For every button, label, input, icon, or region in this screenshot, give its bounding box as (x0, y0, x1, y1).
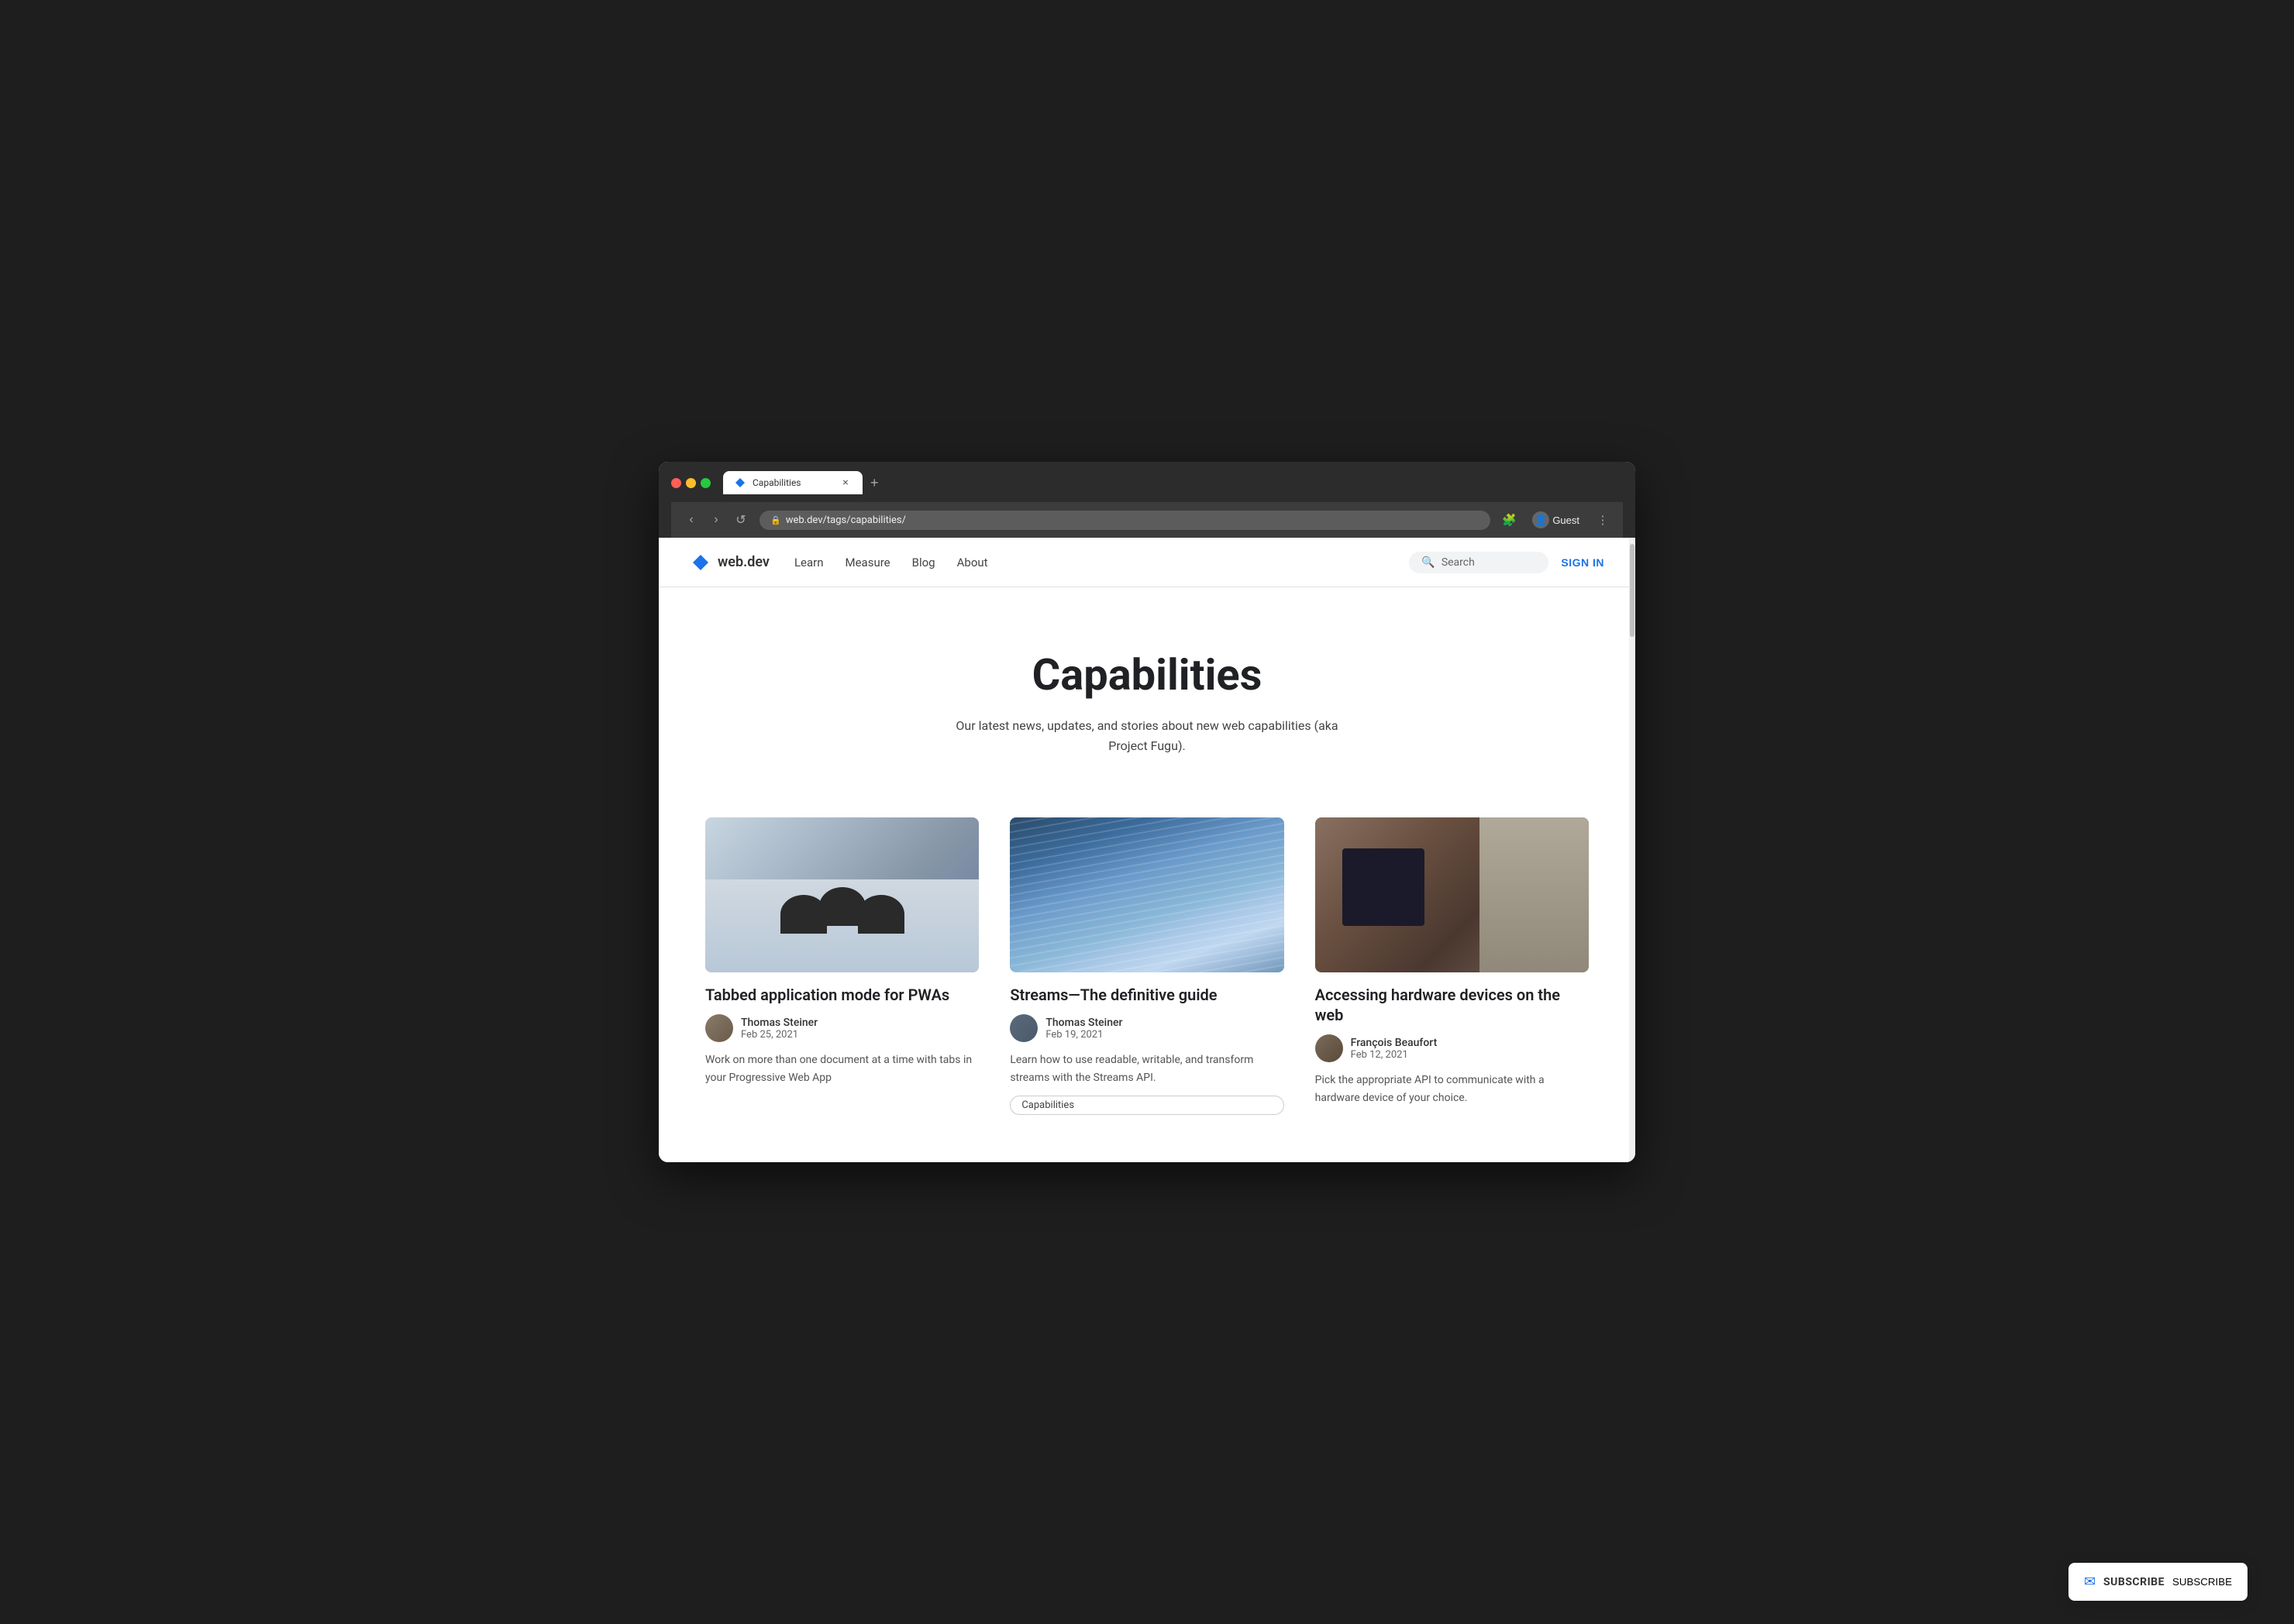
article-title-1: Tabbed application mode for PWAs (705, 985, 979, 1005)
traffic-lights (671, 478, 711, 488)
article-date-3: Feb 12, 2021 (1351, 1049, 1438, 1061)
lock-icon: 🔒 (770, 515, 781, 525)
articles-grid: Tabbed application mode for PWAs Thomas … (659, 802, 1635, 1162)
browser-titlebar: Capabilities × + (671, 471, 1623, 494)
browser-content: web.dev Learn Measure Blog About 🔍 Searc… (659, 538, 1635, 1162)
nav-buttons: ‹ › ↺ (680, 509, 752, 531)
article-card: Tabbed application mode for PWAs Thomas … (705, 817, 979, 1116)
header-right: 🔍 Search SIGN IN (1409, 552, 1604, 573)
browser-chrome: Capabilities × + ‹ › ↺ 🔒 web.dev/tags/ca… (659, 462, 1635, 538)
profile-icon: 👤 (1532, 511, 1549, 528)
address-bar-row: ‹ › ↺ 🔒 web.dev/tags/capabilities/ 🧩 👤 G… (671, 502, 1623, 538)
subscribe-label: SUBSCRIBE (2103, 1576, 2165, 1588)
site-logo[interactable]: web.dev (690, 552, 770, 573)
article-card-2: Streams—The definitive guide Thomas Stei… (1010, 817, 1283, 1116)
article-author-row-2: Thomas Steiner Feb 19, 2021 (1010, 1014, 1283, 1042)
article-description-1: Work on more than one document at a time… (705, 1051, 979, 1086)
author-info-3: François Beaufort Feb 12, 2021 (1351, 1037, 1438, 1061)
nav-about[interactable]: About (957, 556, 988, 569)
page-title: Capabilities (690, 649, 1604, 700)
article-title-3: Accessing hardware devices on the web (1315, 985, 1589, 1025)
article-date-2: Feb 19, 2021 (1045, 1029, 1122, 1041)
subscribe-email-icon: ✉ (2084, 1574, 2096, 1590)
forward-button[interactable]: › (705, 509, 727, 531)
tab-close-button[interactable]: × (839, 477, 852, 489)
new-tab-button[interactable]: + (864, 472, 885, 494)
nav-blog[interactable]: Blog (912, 556, 935, 569)
subscribe-button[interactable]: SUBSCRIBE (2172, 1576, 2232, 1588)
author-name-2: Thomas Steiner (1045, 1017, 1122, 1029)
close-window-button[interactable] (671, 478, 681, 488)
logo-text: web.dev (718, 554, 770, 570)
scrollbar-thumb[interactable] (1630, 544, 1634, 637)
author-name-3: François Beaufort (1351, 1037, 1438, 1049)
site-header: web.dev Learn Measure Blog About 🔍 Searc… (659, 538, 1635, 587)
browser-window: Capabilities × + ‹ › ↺ 🔒 web.dev/tags/ca… (659, 462, 1635, 1162)
menu-button[interactable]: ⋮ (1592, 509, 1614, 531)
hero-section: Capabilities Our latest news, updates, a… (659, 587, 1635, 802)
nav-learn[interactable]: Learn (794, 556, 824, 569)
search-icon: 🔍 (1421, 556, 1435, 569)
nav-measure[interactable]: Measure (846, 556, 890, 569)
profile-button[interactable]: 👤 Guest (1526, 508, 1586, 532)
author-info-1: Thomas Steiner Feb 25, 2021 (741, 1017, 818, 1041)
subscribe-banner: ✉ SUBSCRIBE SUBSCRIBE (2068, 1563, 2248, 1601)
article-card-3: Accessing hardware devices on the web Fr… (1315, 817, 1589, 1116)
address-text: web.dev/tags/capabilities/ (786, 514, 906, 526)
article-image-2 (1010, 817, 1283, 972)
article-author-row-3: François Beaufort Feb 12, 2021 (1315, 1034, 1589, 1062)
page-subtitle: Our latest news, updates, and stories ab… (946, 716, 1348, 755)
address-field[interactable]: 🔒 web.dev/tags/capabilities/ (760, 511, 1490, 530)
back-button[interactable]: ‹ (680, 509, 702, 531)
reload-button[interactable]: ↺ (730, 509, 752, 531)
article-image-3 (1315, 817, 1589, 972)
minimize-window-button[interactable] (686, 478, 696, 488)
tab-title: Capabilities (753, 477, 833, 488)
profile-label: Guest (1552, 514, 1579, 526)
site-nav: Learn Measure Blog About (794, 556, 1384, 569)
article-description-3: Pick the appropriate API to communicate … (1315, 1072, 1589, 1106)
extensions-button[interactable]: 🧩 (1498, 509, 1520, 531)
article-author-row-1: Thomas Steiner Feb 25, 2021 (705, 1014, 979, 1042)
author-avatar-3 (1315, 1034, 1343, 1062)
article-description-2: Learn how to use readable, writable, and… (1010, 1051, 1283, 1086)
scrollbar-track[interactable] (1629, 538, 1635, 1162)
browser-actions: 🧩 👤 Guest ⋮ (1498, 508, 1614, 532)
author-avatar-1 (705, 1014, 733, 1042)
tabs-row: Capabilities × + (723, 471, 885, 494)
article-date-1: Feb 25, 2021 (741, 1029, 818, 1041)
author-info-2: Thomas Steiner Feb 19, 2021 (1045, 1017, 1122, 1041)
tab-favicon (734, 477, 746, 489)
active-tab[interactable]: Capabilities × (723, 471, 863, 494)
article-image-1 (705, 817, 979, 972)
search-placeholder: Search (1442, 556, 1475, 569)
author-name-1: Thomas Steiner (741, 1017, 818, 1029)
maximize-window-button[interactable] (701, 478, 711, 488)
sign-in-button[interactable]: SIGN IN (1561, 556, 1604, 569)
logo-icon (690, 552, 711, 573)
search-box[interactable]: 🔍 Search (1409, 552, 1548, 573)
tag-badge-2[interactable]: Capabilities (1010, 1096, 1283, 1115)
article-title-2: Streams—The definitive guide (1010, 985, 1283, 1005)
author-avatar-2 (1010, 1014, 1038, 1042)
